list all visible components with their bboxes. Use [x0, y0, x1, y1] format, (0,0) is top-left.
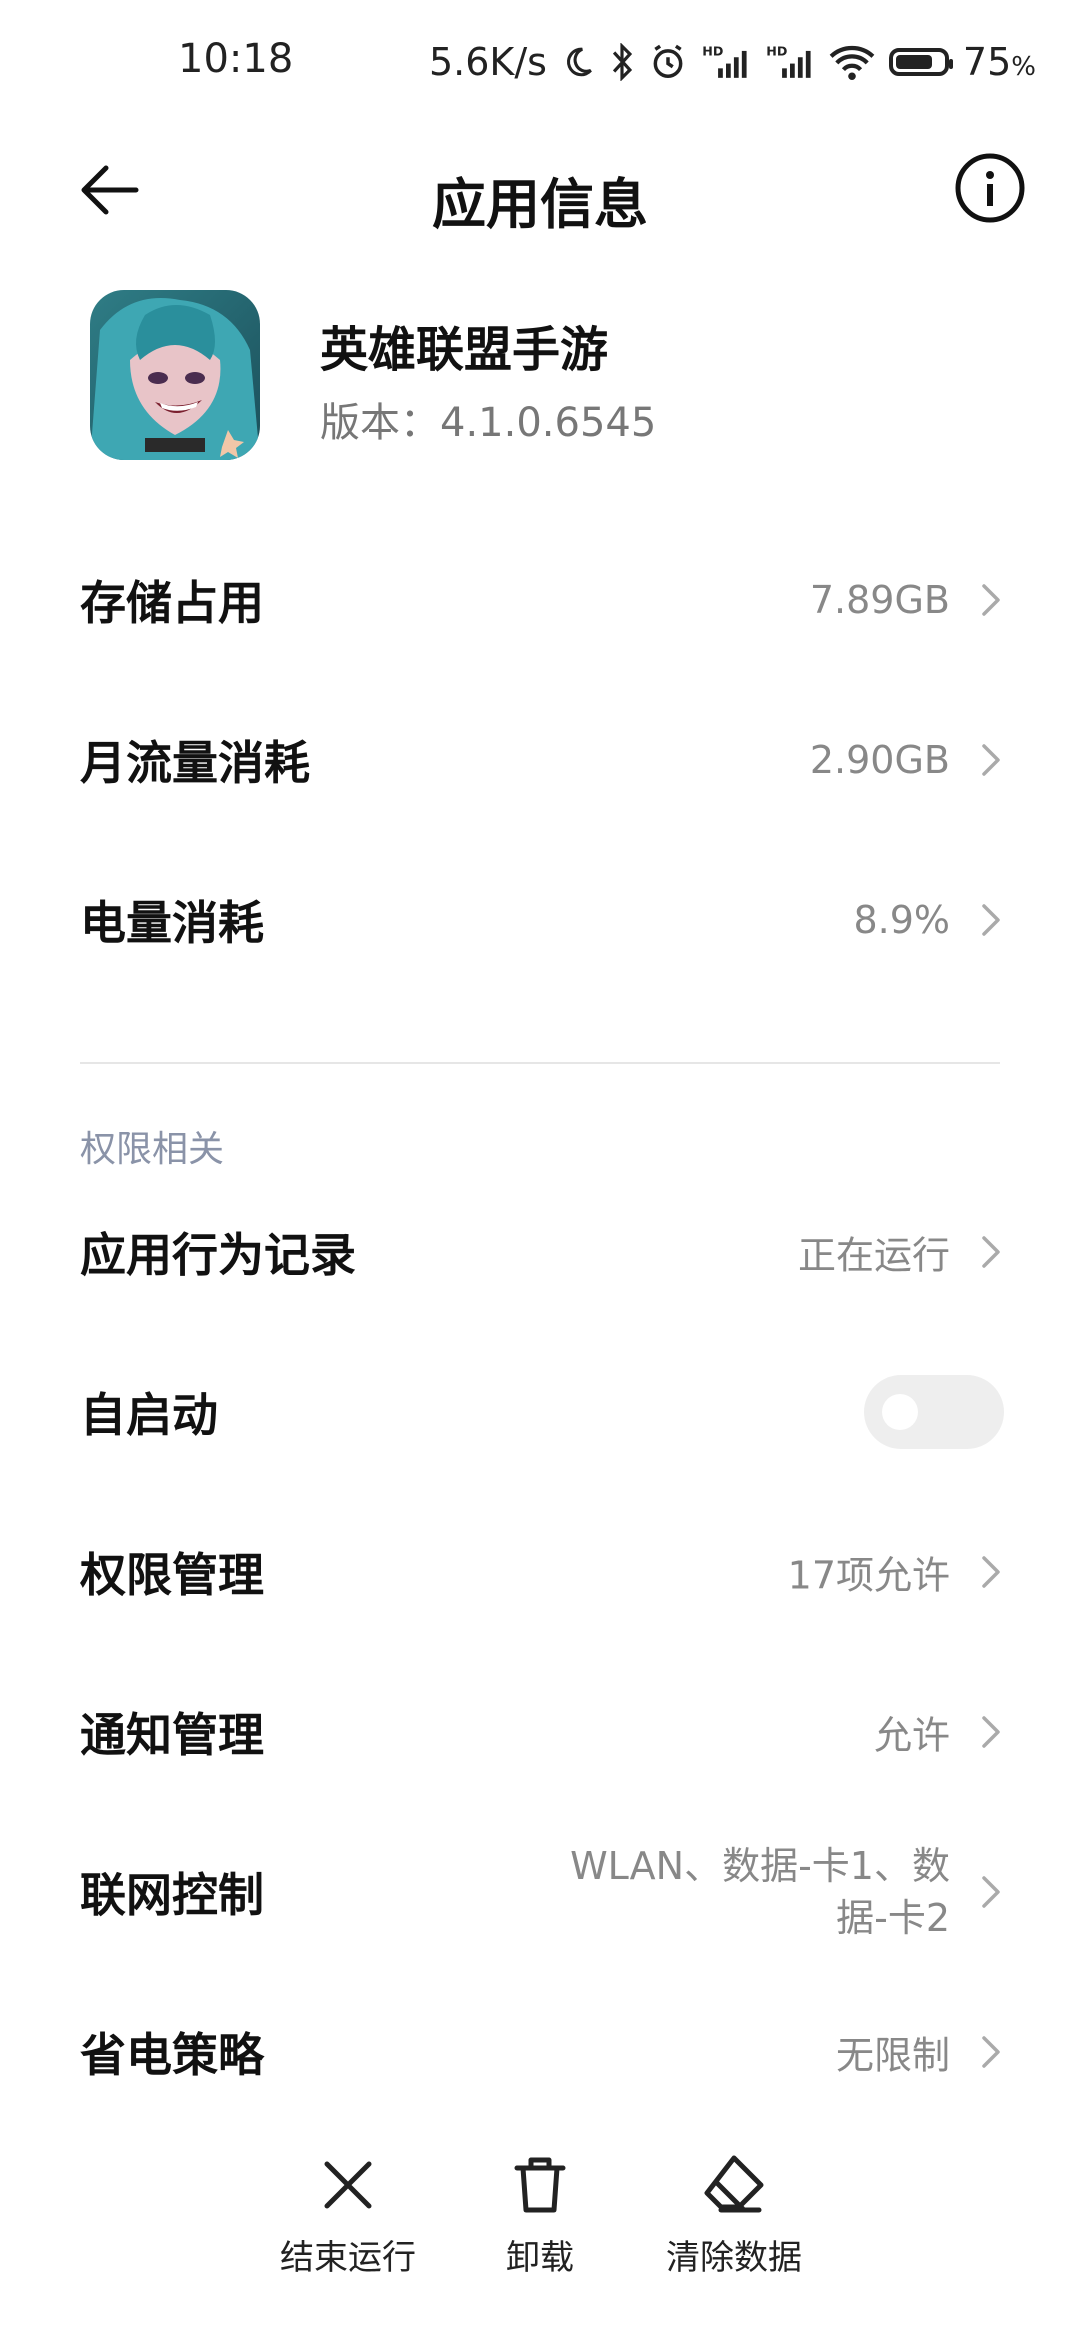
signal-hd-1-icon: HD [701, 43, 751, 81]
trash-icon [514, 2157, 566, 2213]
chevron-right-icon [982, 744, 1000, 776]
app-icon [90, 290, 260, 460]
status-time: 10:18 [178, 36, 294, 82]
row-value: 无限制 [835, 2033, 950, 2078]
chevron-right-icon [982, 1236, 1000, 1268]
row-storage[interactable]: 存储占用 7.89GB [0, 530, 1080, 670]
row-value-line: WLAN、数据-卡1、数 [570, 1844, 950, 1888]
bluetooth-icon [609, 43, 635, 81]
battery-percent: 75% [962, 40, 1036, 84]
row-app-behavior[interactable]: 应用行为记录 正在运行 [0, 1182, 1080, 1322]
header: 应用信息 [0, 120, 1080, 260]
row-network-control[interactable]: 联网控制 WLAN、数据-卡1、数 据-卡2 [0, 1822, 1080, 1962]
info-icon [955, 153, 1025, 223]
svg-text:HD: HD [766, 44, 787, 59]
row-label: 自启动 [80, 1388, 218, 1442]
bottom-action-bar: 结束运行 卸载 清除数据 [0, 2150, 1080, 2310]
section-title-permissions: 权限相关 [80, 1129, 225, 1170]
row-label: 应用行为记录 [80, 1228, 356, 1282]
moon-icon [561, 45, 595, 79]
row-label: 月流量消耗 [80, 736, 310, 790]
signal-hd-2-icon: HD [765, 43, 815, 81]
row-label: 省电策略 [80, 2028, 264, 2082]
page-title: 应用信息 [432, 173, 648, 236]
clear-data-button[interactable]: 清除数据 [644, 2150, 824, 2279]
battery-icon [888, 48, 953, 76]
row-autostart: 自启动 [0, 1342, 1080, 1482]
row-label: 联网控制 [80, 1868, 264, 1922]
network-speed: 5.6K/s [428, 40, 547, 84]
row-data-usage[interactable]: 月流量消耗 2.90GB [0, 690, 1080, 830]
row-label: 存储占用 [80, 576, 264, 630]
row-value: 17项允许 [787, 1553, 950, 1598]
status-icons: 5.6K/s HD HD 75% [429, 34, 1036, 90]
chevron-right-icon [982, 584, 1000, 616]
wifi-icon [829, 43, 875, 81]
status-bar: 10:18 5.6K/s HD HD 75% [0, 0, 1080, 120]
chevron-right-icon [982, 1556, 1000, 1588]
row-value: 8.9% [853, 898, 950, 942]
alarm-icon [649, 43, 687, 81]
app-version: 版本：4.1.0.6545 [320, 400, 657, 446]
app-name: 英雄联盟手游 [320, 322, 609, 378]
row-battery-saver[interactable]: 省电策略 无限制 [0, 1982, 1080, 2122]
divider [80, 1062, 1000, 1064]
chevron-right-icon [982, 904, 1000, 936]
stop-app-label: 结束运行 [280, 2238, 416, 2278]
row-label: 电量消耗 [80, 896, 264, 950]
svg-text:HD: HD [702, 44, 723, 59]
row-notification-management[interactable]: 通知管理 允许 [0, 1662, 1080, 1802]
info-button[interactable] [948, 146, 1032, 230]
row-value: 允许 [873, 1713, 950, 1758]
chevron-right-icon [982, 1876, 1000, 1908]
close-icon [324, 2161, 372, 2209]
row-permission-management[interactable]: 权限管理 17项允许 [0, 1502, 1080, 1642]
uninstall-label: 卸载 [506, 2238, 574, 2278]
row-value: WLAN、数据-卡1、数 据-卡2 [530, 1840, 950, 1944]
chevron-right-icon [982, 1716, 1000, 1748]
eraser-icon [704, 2155, 764, 2213]
row-battery-usage[interactable]: 电量消耗 8.9% [0, 850, 1080, 990]
row-value: 2.90GB [809, 738, 950, 782]
row-label: 权限管理 [80, 1548, 264, 1602]
toggle-knob [882, 1394, 918, 1430]
row-value-line: 据-卡2 [836, 1896, 950, 1940]
clear-data-label: 清除数据 [666, 2238, 802, 2278]
row-value: 7.89GB [809, 578, 950, 622]
row-value: 正在运行 [797, 1233, 950, 1278]
chevron-right-icon [982, 2036, 1000, 2068]
autostart-toggle[interactable] [864, 1375, 1004, 1449]
stop-app-button[interactable]: 结束运行 [258, 2150, 438, 2279]
uninstall-button[interactable]: 卸载 [450, 2150, 630, 2279]
row-label: 通知管理 [80, 1708, 264, 1762]
